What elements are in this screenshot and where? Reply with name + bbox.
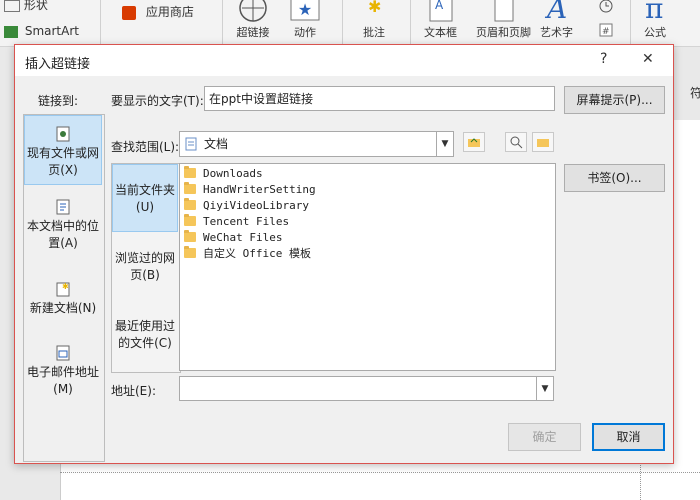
display-text-label: 要显示的文字(T): bbox=[111, 94, 204, 108]
cancel-button[interactable]: 取消 bbox=[592, 423, 665, 451]
look-in-select[interactable]: 文档 ▼ bbox=[179, 131, 454, 157]
document-place-icon bbox=[56, 199, 70, 215]
wordart-button[interactable]: A 艺术字 bbox=[540, 0, 573, 40]
header-footer-icon bbox=[494, 0, 513, 22]
link-to-new-document[interactable]: ✱ 新建文档(N) bbox=[24, 281, 102, 331]
hyperlink-icon bbox=[239, 0, 267, 22]
up-folder-button[interactable] bbox=[463, 132, 485, 152]
open-folder-icon bbox=[537, 139, 549, 147]
nav-current-folder[interactable]: 当前文件夹(U) bbox=[112, 164, 178, 232]
svg-text:π: π bbox=[645, 0, 663, 24]
folder-icon bbox=[184, 182, 196, 194]
email-icon bbox=[56, 345, 70, 361]
search-web-icon bbox=[510, 136, 523, 149]
guide-line bbox=[60, 472, 700, 473]
address-field[interactable]: ▼ bbox=[179, 376, 554, 401]
dialog-titlebar[interactable]: 插入超链接 ? ✕ bbox=[15, 45, 673, 76]
browse-web-button[interactable] bbox=[505, 132, 527, 152]
svg-text:✱: ✱ bbox=[368, 0, 381, 16]
folder-icon bbox=[184, 198, 196, 210]
folder-icon bbox=[184, 230, 196, 242]
list-item[interactable]: HandWriterSetting bbox=[184, 181, 316, 197]
link-to-pane: 现有文件或网页(X) 本文档中的位置(A) ✱ 新建文档(N) 电子邮件地址(M… bbox=[23, 114, 105, 462]
comment-button[interactable]: ✱ 批注 bbox=[360, 0, 388, 40]
browse-nav-pane: 当前文件夹(U) 浏览过的网页(B) 最近使用过的文件(C) bbox=[111, 163, 181, 373]
existing-file-icon bbox=[56, 126, 70, 142]
svg-text:A: A bbox=[544, 0, 567, 24]
ribbon-separator bbox=[630, 0, 631, 44]
datetime-icon[interactable] bbox=[598, 0, 614, 17]
folder-doc-icon bbox=[185, 137, 197, 154]
ribbon-separator bbox=[100, 0, 101, 44]
up-folder-icon bbox=[468, 138, 480, 147]
address-label: 地址(E): bbox=[111, 384, 156, 398]
star-icon: ★ bbox=[290, 0, 320, 21]
list-item[interactable]: Downloads bbox=[184, 165, 263, 181]
screentip-button[interactable]: 屏幕提示(P)... bbox=[564, 86, 665, 114]
file-list[interactable]: Downloads HandWriterSetting QiyiVideoLib… bbox=[179, 163, 556, 371]
display-text-field[interactable]: 在ppt中设置超链接 bbox=[204, 86, 555, 111]
list-item[interactable]: Tencent Files bbox=[184, 213, 289, 229]
nav-recent-files[interactable]: 最近使用过的文件(C) bbox=[112, 318, 178, 358]
list-item[interactable]: WeChat Files bbox=[184, 229, 282, 245]
hyperlink-button[interactable]: 超链接 bbox=[236, 0, 270, 40]
ribbon-separator bbox=[342, 0, 343, 44]
slide-number-icon[interactable]: # bbox=[598, 22, 614, 41]
help-button[interactable]: ? bbox=[600, 51, 607, 67]
folder-icon bbox=[184, 166, 196, 178]
equation-button[interactable]: π 公式 bbox=[640, 0, 670, 40]
link-to-email[interactable]: 电子邮件地址(M) bbox=[24, 345, 102, 405]
list-item[interactable]: QiyiVideoLibrary bbox=[184, 197, 309, 213]
smartart-button[interactable]: SmartArt bbox=[4, 24, 79, 38]
new-document-icon: ✱ bbox=[56, 281, 70, 297]
link-to-document-place[interactable]: 本文档中的位置(A) bbox=[24, 199, 102, 259]
svg-text:★: ★ bbox=[298, 0, 312, 19]
pi-icon: π bbox=[645, 0, 663, 24]
insert-hyperlink-dialog: 插入超链接 ? ✕ 链接到: 现有文件或网页(X) 本文档中的位置(A) ✱ 新… bbox=[14, 44, 674, 464]
nav-browsed-pages[interactable]: 浏览过的网页(B) bbox=[112, 250, 178, 290]
ok-button[interactable]: 确定 bbox=[508, 423, 581, 451]
comment-icon: ✱ bbox=[368, 0, 381, 16]
dialog-title: 插入超链接 bbox=[25, 57, 91, 72]
close-button[interactable]: ✕ bbox=[642, 51, 654, 67]
ribbon-separator bbox=[222, 0, 223, 44]
ribbon-separator bbox=[410, 0, 411, 44]
bookmark-button[interactable]: 书签(O)... bbox=[564, 164, 665, 192]
side-label: 符 bbox=[690, 86, 700, 100]
chevron-down-icon[interactable]: ▼ bbox=[536, 377, 553, 400]
wordart-icon: A bbox=[544, 0, 567, 24]
chevron-down-icon[interactable]: ▼ bbox=[436, 132, 453, 156]
folder-icon bbox=[184, 214, 196, 226]
link-to-existing-file[interactable]: 现有文件或网页(X) bbox=[24, 115, 102, 185]
header-footer-button[interactable]: 页眉和页脚 bbox=[476, 0, 531, 40]
svg-text:A: A bbox=[435, 0, 444, 12]
look-in-label: 查找范围(L): bbox=[111, 140, 180, 154]
smartart-icon bbox=[4, 25, 18, 38]
browse-file-button[interactable] bbox=[532, 132, 554, 152]
folder-icon bbox=[184, 246, 196, 258]
svg-text:#: # bbox=[602, 27, 610, 37]
textbox-button[interactable]: A 文本框 bbox=[424, 0, 457, 40]
shapes-icon bbox=[4, 0, 20, 12]
store-icon bbox=[122, 5, 136, 20]
ribbon: 形状 SmartArt 应用商店 超链接 ★ 动作 ✱ 批注 A 文本框 页眉和… bbox=[0, 0, 700, 47]
list-item[interactable]: 自定义 Office 模板 bbox=[184, 245, 311, 261]
textbox-icon: A bbox=[429, 0, 452, 22]
link-to-label: 链接到: bbox=[38, 94, 79, 108]
action-button[interactable]: ★ 动作 bbox=[290, 0, 320, 40]
store-button[interactable]: 应用商店 bbox=[122, 3, 194, 20]
shapes-button[interactable]: 形状 bbox=[4, 0, 48, 13]
svg-text:✱: ✱ bbox=[62, 282, 69, 291]
